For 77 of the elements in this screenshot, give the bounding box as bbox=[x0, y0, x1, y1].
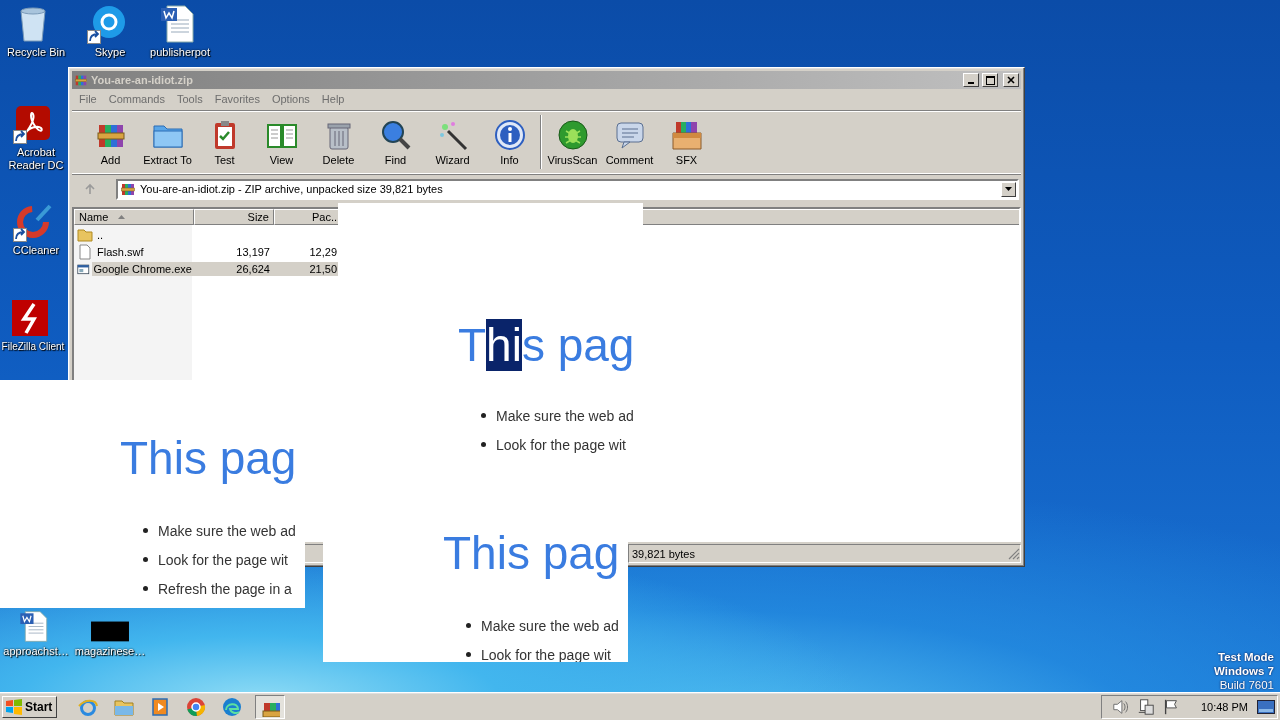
file-name[interactable]: .. bbox=[95, 227, 106, 242]
column-header[interactable]: Pac.. bbox=[274, 209, 338, 225]
toolbar-button[interactable]: Add bbox=[82, 112, 139, 172]
file-icon bbox=[77, 243, 93, 260]
bullet-text: Look for the page wit bbox=[481, 646, 611, 662]
media-player-icon bbox=[150, 696, 171, 717]
page-heading: This pag bbox=[120, 431, 297, 486]
bullet-dot bbox=[143, 528, 148, 533]
page-heading: This pag bbox=[458, 318, 635, 373]
address-field[interactable]: You-are-an-idiot.zip - ZIP archive, unpacked size 39,821 bytes bbox=[116, 178, 1019, 200]
desktop-shortcut[interactable]: Skype bbox=[74, 4, 146, 59]
bullet-text: Look for the page wit bbox=[496, 436, 626, 453]
browser-icon bbox=[186, 696, 207, 717]
bullet-dot bbox=[143, 557, 148, 562]
toolbar-button[interactable]: VirusScan bbox=[544, 112, 601, 172]
clock: 10:48 PM bbox=[1200, 700, 1248, 713]
bullet-dot bbox=[481, 413, 486, 418]
bullet-dot bbox=[466, 652, 471, 657]
toolbar-button[interactable]: Info bbox=[481, 112, 538, 172]
toolbar-button[interactable]: Find bbox=[367, 112, 424, 172]
status-text: 39,821 bytes bbox=[632, 547, 695, 560]
toolbar-button[interactable]: Extract To bbox=[139, 112, 196, 172]
file-name[interactable]: Google Chrome.exe bbox=[91, 261, 194, 276]
bullet-text: Look for the page wit bbox=[158, 551, 288, 568]
menu-item[interactable]: Commands bbox=[103, 90, 170, 107]
bullet-text: Make sure the web ad bbox=[496, 407, 634, 424]
archive-books-icon bbox=[74, 73, 88, 87]
system-notice-text: Windows 7 bbox=[1214, 664, 1274, 678]
page-heading: This pag bbox=[443, 526, 620, 581]
browser-icon bbox=[222, 696, 243, 717]
dropdown-button[interactable] bbox=[1001, 181, 1016, 197]
bullet-dot bbox=[466, 623, 471, 628]
packed-size: 21,50 bbox=[274, 261, 338, 276]
desktop-icon bbox=[1257, 699, 1275, 714]
network-icon bbox=[1136, 697, 1155, 716]
desktop-shortcut[interactable]: Recycle Bin bbox=[0, 4, 72, 59]
speaker-icon bbox=[1111, 697, 1130, 716]
folder-icon bbox=[77, 226, 93, 243]
window-title: You-are-an-idiot.zip bbox=[91, 74, 194, 86]
file-size: 13,197 bbox=[235, 244, 271, 259]
menu-item[interactable]: Tools bbox=[172, 90, 208, 107]
arrow-up-icon bbox=[84, 183, 96, 195]
info-icon bbox=[493, 118, 526, 151]
toolbar-button[interactable]: Comment bbox=[601, 112, 658, 172]
desktop-shortcut[interactable]: FileZilla Client bbox=[0, 298, 69, 353]
close-icon bbox=[1007, 76, 1015, 84]
packed-size: 12,29 bbox=[308, 244, 338, 259]
desktop-shortcut[interactable]: CCleaner bbox=[0, 202, 72, 257]
menu-item[interactable]: Options bbox=[266, 90, 315, 107]
address-text: You-are-an-idiot.zip - ZIP archive, unpacked size 39,821 bytes bbox=[140, 183, 444, 195]
column-header[interactable]: Name bbox=[74, 209, 194, 225]
caret-icon bbox=[1005, 187, 1012, 191]
system-notice-text: Build 7601 bbox=[1219, 678, 1274, 692]
start-logo-icon bbox=[5, 698, 23, 715]
archive-books-icon bbox=[120, 181, 136, 197]
file-name[interactable]: Flash.swf bbox=[95, 244, 146, 259]
desktop-shortcut[interactable]: publisherpot bbox=[144, 4, 216, 59]
start-button[interactable]: Start bbox=[2, 695, 58, 718]
system-notice-text: Test Mode bbox=[1218, 650, 1274, 664]
toolbar-button[interactable]: Delete bbox=[310, 112, 367, 172]
bullet-dot bbox=[481, 442, 486, 447]
show-desktop-button[interactable] bbox=[1255, 697, 1277, 716]
toolbar-button[interactable]: Test bbox=[196, 112, 253, 172]
search-icon bbox=[379, 118, 412, 151]
bullet-text: Refresh the page in a bbox=[158, 580, 292, 597]
file-size: 26,624 bbox=[194, 261, 274, 276]
toolbar-button[interactable]: Wizard bbox=[424, 112, 481, 172]
bullet-dot bbox=[143, 586, 148, 591]
toolbar-button[interactable]: View bbox=[253, 112, 310, 172]
column-header[interactable]: Size bbox=[194, 209, 274, 225]
toolbar-button[interactable]: SFX bbox=[658, 112, 715, 172]
bug-icon bbox=[556, 118, 589, 151]
taskbar-button[interactable] bbox=[255, 694, 286, 719]
maximize-icon bbox=[985, 75, 995, 85]
bullet-text: Make sure the web ad bbox=[481, 617, 619, 634]
bullet-text: Make sure the web ad bbox=[158, 522, 296, 539]
menu-item[interactable]: Favorites bbox=[209, 90, 265, 107]
